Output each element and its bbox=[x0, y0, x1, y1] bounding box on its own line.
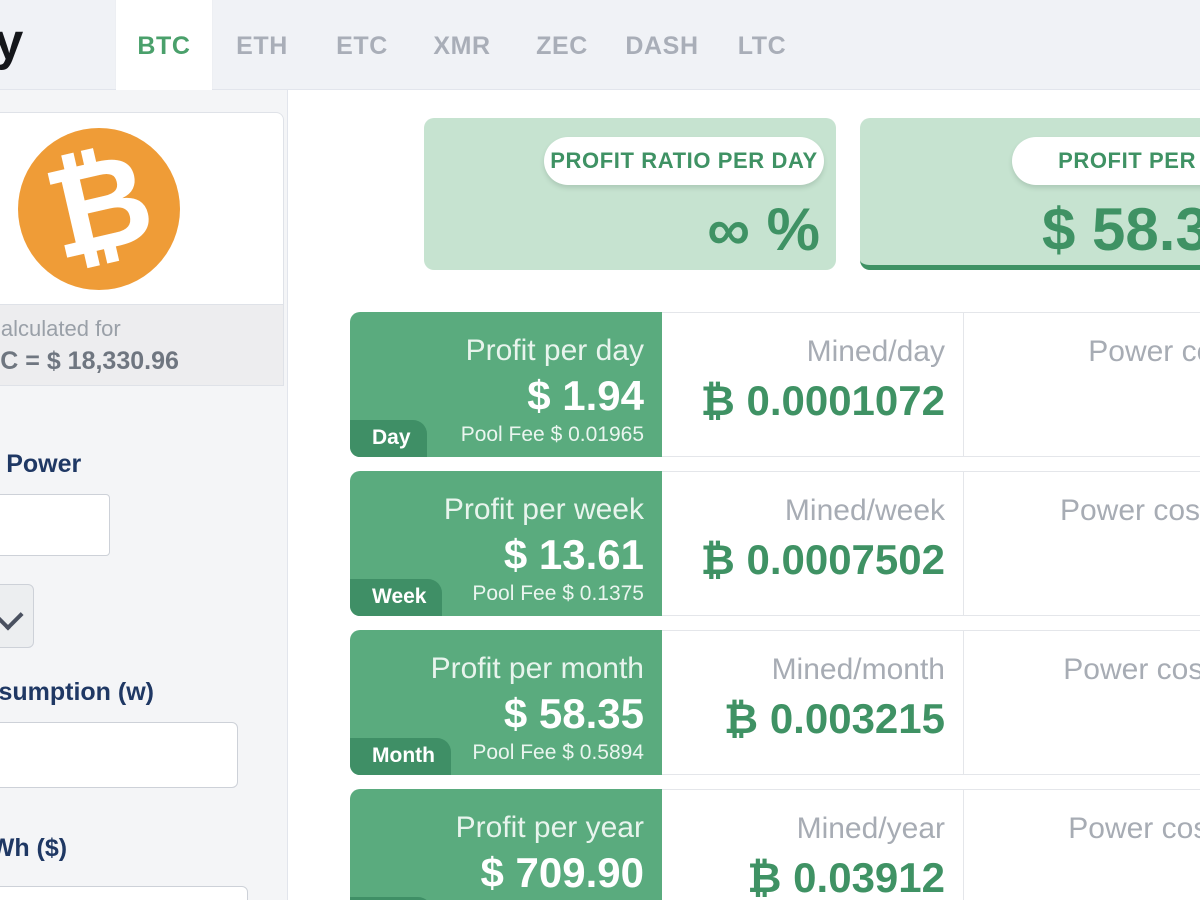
profit-cell-year: Profit per year $ 709.90 Year bbox=[350, 789, 662, 900]
profit-cell-day: Profit per day $ 1.94 Pool Fee $ 0.01965… bbox=[350, 312, 662, 457]
profit-value-month: $ 58.35 bbox=[503, 690, 644, 737]
coin-logo-card: ₿ bbox=[0, 112, 284, 304]
pool-fee-day: Pool Fee $ 0.01965 bbox=[460, 423, 644, 446]
bitcoin-icon: ₿ bbox=[18, 122, 180, 290]
profit-cell-month: Profit per month $ 58.35 Pool Fee $ 0.58… bbox=[350, 630, 662, 775]
sidebar: ₿ Calculated for TC = $ 18,330.96 g Powe… bbox=[0, 90, 288, 900]
cost-per-kwh-input[interactable] bbox=[0, 886, 248, 900]
profit-ratio-per-day-title: PROFIT RATIO PER DAY bbox=[550, 148, 818, 173]
power-cost-label-year: Power cost/Y bbox=[1068, 812, 1200, 845]
top-tab-bar: cy BTC ETH ETC XMR ZEC DASH LTC bbox=[0, 0, 1200, 90]
coin-price-value: TC = $ 18,330.96 bbox=[0, 347, 179, 375]
pool-fee-month: Pool Fee $ 0.5894 bbox=[472, 741, 644, 764]
table-row: Profit per year $ 709.90 Year Mined/year… bbox=[350, 789, 1200, 900]
pool-fee-week: Pool Fee $ 0.1375 bbox=[472, 582, 644, 605]
table-row: Profit per week $ 13.61 Pool Fee $ 0.137… bbox=[350, 471, 1200, 616]
profit-label-day: Profit per day bbox=[465, 334, 644, 367]
profit-per-month-value: $ 58.3 bbox=[1042, 196, 1200, 263]
mined-value-week: ₿ 0.0007502 bbox=[700, 536, 945, 583]
mined-value-day: ₿ 0.0001072 bbox=[700, 377, 945, 424]
mined-label-year: Mined/year bbox=[796, 812, 945, 845]
profit-per-month-card: PROFIT PER MON $ 58.3 bbox=[860, 118, 1200, 270]
calculated-for-label: Calculated for bbox=[0, 316, 121, 341]
power-cost-label-day: Power cost/ bbox=[1088, 335, 1200, 368]
tab-dash[interactable]: DASH bbox=[612, 0, 712, 90]
mining-calculator-page: cy BTC ETH ETC XMR ZEC DASH LTC ₿ Calcul… bbox=[0, 0, 1200, 900]
mined-value-month: ₿ 0.003215 bbox=[723, 695, 945, 742]
tab-etc[interactable]: ETC bbox=[312, 0, 412, 90]
mined-label-day: Mined/day bbox=[806, 335, 945, 368]
tab-xmr[interactable]: XMR bbox=[412, 0, 512, 90]
mined-cell-day: Mined/day ₿ 0.0001072 bbox=[662, 312, 964, 457]
mining-power-unit-select[interactable] bbox=[0, 584, 34, 648]
table-row: Profit per month $ 58.35 Pool Fee $ 0.58… bbox=[350, 630, 1200, 775]
tab-ltc[interactable]: LTC bbox=[712, 0, 812, 90]
period-badge-week: Week bbox=[350, 579, 443, 616]
tab-eth[interactable]: ETH bbox=[212, 0, 312, 90]
profit-label-week: Profit per week bbox=[443, 493, 644, 526]
profit-label-year: Profit per year bbox=[455, 811, 644, 844]
power-cost-cell-month: Power cost/M $ bbox=[964, 630, 1200, 775]
power-cost-label-week: Power cost/W bbox=[1059, 494, 1200, 527]
mined-cell-month: Mined/month ₿ 0.003215 bbox=[662, 630, 964, 775]
power-consumption-input[interactable] bbox=[0, 722, 238, 788]
calculated-for-band: Calculated for TC = $ 18,330.96 bbox=[0, 304, 284, 386]
mined-label-month: Mined/month bbox=[771, 653, 945, 686]
mined-label-week: Mined/week bbox=[784, 494, 945, 527]
profit-label-month: Profit per month bbox=[430, 652, 644, 685]
mining-power-input[interactable] bbox=[0, 494, 110, 556]
power-cost-cell-day: Power cost/ $ bbox=[964, 312, 1200, 457]
mined-cell-week: Mined/week ₿ 0.0007502 bbox=[662, 471, 964, 616]
period-badge-month: Month bbox=[350, 738, 451, 775]
profit-cell-week: Profit per week $ 13.61 Pool Fee $ 0.137… bbox=[350, 471, 662, 616]
profit-ratio-per-day-value: ∞ % bbox=[707, 196, 820, 263]
page-title: cy bbox=[0, 13, 23, 71]
period-badge-day: Day bbox=[350, 420, 427, 457]
profit-per-month-title-pill: PROFIT PER MON bbox=[1012, 137, 1200, 185]
table-row: Profit per day $ 1.94 Pool Fee $ 0.01965… bbox=[350, 312, 1200, 457]
profit-per-month-title: PROFIT PER MON bbox=[1058, 148, 1200, 173]
cost-per-kwh-label: r KWh ($) bbox=[0, 834, 68, 862]
chevron-down-icon bbox=[0, 599, 24, 631]
coin-tabs: BTC ETH ETC XMR ZEC DASH LTC bbox=[116, 0, 812, 90]
mined-cell-year: Mined/year ₿ 0.03912 bbox=[662, 789, 964, 900]
power-cost-cell-week: Power cost/W $ bbox=[964, 471, 1200, 616]
mining-power-label: g Power bbox=[0, 450, 82, 478]
mined-value-year: ₿ 0.03912 bbox=[747, 854, 945, 900]
profit-value-day: $ 1.94 bbox=[527, 372, 644, 419]
tab-zec[interactable]: ZEC bbox=[512, 0, 612, 90]
power-cost-cell-year: Power cost/Y bbox=[964, 789, 1200, 900]
profit-value-year: $ 709.90 bbox=[480, 849, 645, 896]
profit-value-week: $ 13.61 bbox=[503, 531, 644, 578]
power-cost-label-month: Power cost/M bbox=[1063, 653, 1200, 686]
profit-ratio-per-day-card: PROFIT RATIO PER DAY ∞ % bbox=[424, 118, 836, 270]
bitcoin-glyph: ₿ bbox=[32, 122, 166, 289]
power-consumption-label: consumption (w) bbox=[0, 678, 154, 706]
profit-ratio-per-day-title-pill: PROFIT RATIO PER DAY bbox=[544, 137, 824, 185]
tab-btc[interactable]: BTC bbox=[116, 0, 212, 90]
